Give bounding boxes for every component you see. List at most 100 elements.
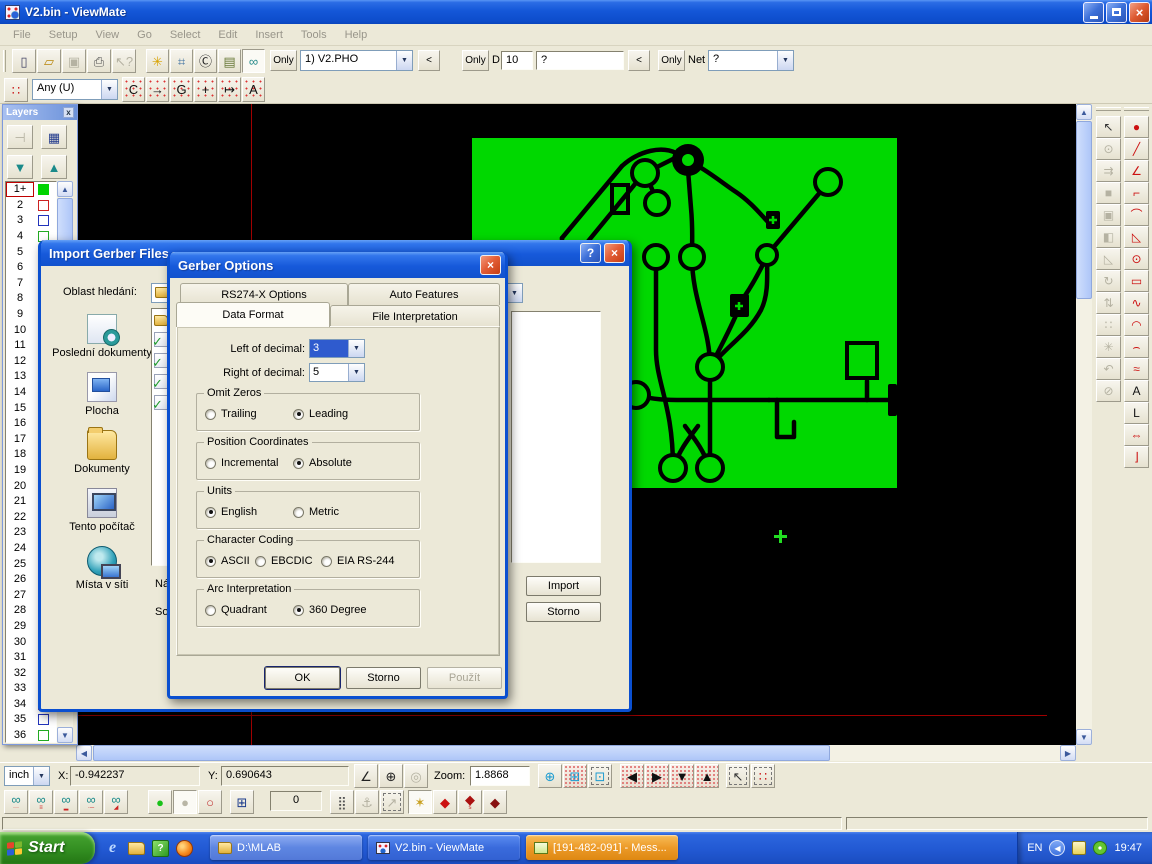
scroll-left-icon[interactable]: ◀: [76, 745, 92, 761]
anchor-icon[interactable]: ⚓: [355, 790, 379, 814]
group-icon[interactable]: ⊘: [1096, 380, 1121, 402]
scroll-right-icon[interactable]: ▶: [1060, 745, 1076, 761]
draw-triangle-icon[interactable]: ◺: [1124, 226, 1149, 248]
point-select-icon[interactable]: ∷: [751, 764, 775, 788]
look-in-dropdown-icon[interactable]: [506, 284, 522, 302]
layers-scroll-up-icon[interactable]: ▲: [57, 181, 73, 197]
undo-icon[interactable]: ↶: [1096, 358, 1121, 380]
dcode-info-icon[interactable]: Ⓒ: [194, 49, 217, 73]
print-icon[interactable]: ⎙: [87, 49, 111, 73]
restore-button[interactable]: [1106, 2, 1127, 23]
zoom-points-icon[interactable]: ⊡: [588, 764, 612, 788]
tray-expand-icon[interactable]: ◀: [1049, 840, 1065, 856]
only-layer-button[interactable]: Only: [270, 50, 297, 71]
layer-row-35[interactable]: 35: [6, 712, 56, 728]
draw-label-icon[interactable]: L: [1124, 402, 1149, 424]
place-documents[interactable]: Dokumenty: [52, 430, 152, 475]
select-circle-button[interactable]: C: [122, 77, 145, 102]
apply-button[interactable]: Použít: [427, 667, 502, 689]
view-layers-icon[interactable]: ∞≡: [29, 790, 53, 814]
draw-arc-point-icon[interactable]: ⌢: [1124, 336, 1149, 358]
rotate-icon[interactable]: ↻: [1096, 270, 1121, 292]
locate-icon[interactable]: ◎: [404, 764, 428, 788]
move-items-icon[interactable]: ⇉: [1096, 160, 1121, 182]
right-of-decimal-combo[interactable]: 5: [309, 363, 365, 382]
measure-tools-icon[interactable]: ⌗: [170, 49, 193, 73]
pan-down-icon[interactable]: ▼: [670, 764, 694, 788]
highlight-outline-icon[interactable]: ○: [198, 790, 222, 814]
radio-trailing[interactable]: Trailing: [205, 408, 257, 420]
pad-select-icon[interactable]: ◆: [433, 790, 457, 814]
select-filter-combo[interactable]: Any (U): [32, 79, 118, 100]
tab-data-format[interactable]: Data Format: [176, 302, 330, 327]
highlight-flash-icon[interactable]: ✳: [146, 49, 169, 73]
checked-file-icon[interactable]: [154, 395, 168, 410]
radio-ascii[interactable]: ASCII: [205, 555, 250, 567]
view-all-icon[interactable]: ∞···: [4, 790, 28, 814]
tray-messenger-icon[interactable]: [1093, 841, 1107, 855]
radio-360-degree[interactable]: 360 Degree: [293, 604, 367, 616]
import-cancel-button[interactable]: Storno: [526, 602, 601, 622]
radio-absolute[interactable]: Absolute: [293, 457, 352, 469]
open-file-icon[interactable]: ▱: [37, 49, 61, 73]
select-pad-button[interactable]: +: [194, 77, 217, 102]
menu-edit[interactable]: Edit: [209, 26, 246, 44]
select-cursor-icon[interactable]: ↖: [1096, 116, 1121, 138]
zoom-in-icon[interactable]: ⊕: [538, 764, 562, 788]
layer-row-2[interactable]: 2: [6, 198, 56, 214]
select-text-button[interactable]: A: [242, 77, 265, 102]
close-button[interactable]: ×: [1129, 2, 1150, 23]
right-of-decimal-dropdown-icon[interactable]: [348, 364, 364, 381]
save-file-icon[interactable]: ▣: [62, 49, 86, 73]
layer-row-36[interactable]: 36: [6, 728, 56, 743]
new-file-icon[interactable]: ▯: [12, 49, 36, 73]
tile-windows-icon[interactable]: ⊞: [230, 790, 254, 814]
menu-help[interactable]: Help: [336, 26, 377, 44]
layer-combo-dropdown-icon[interactable]: [396, 51, 412, 70]
shear-icon[interactable]: ◺: [1096, 248, 1121, 270]
view-trace-icon[interactable]: ∞·─: [79, 790, 103, 814]
move-layer-up-icon[interactable]: ▲: [41, 155, 67, 179]
layers-panel-titlebar[interactable]: Layers x: [3, 105, 77, 120]
select-marker-icon[interactable]: ∷: [4, 78, 28, 102]
place-desktop[interactable]: Plocha: [52, 372, 152, 417]
draw-sketch-icon[interactable]: ≈: [1124, 358, 1149, 380]
select-gerber-button[interactable]: G: [170, 77, 193, 102]
task-explorer-mlab[interactable]: D:\MLAB: [210, 835, 362, 860]
window-select-icon[interactable]: ↖: [726, 764, 750, 788]
task-message[interactable]: [191-482-091] - Mess...: [526, 835, 678, 860]
menu-insert[interactable]: Insert: [246, 26, 292, 44]
layer-row-3[interactable]: 3: [6, 213, 56, 229]
select-trace-button[interactable]: →: [146, 77, 169, 102]
checked-file-icon[interactable]: [154, 353, 168, 368]
pan-right-icon[interactable]: ▶: [645, 764, 669, 788]
grid-dots-icon[interactable]: ⣿: [330, 790, 354, 814]
menu-setup[interactable]: Setup: [40, 26, 87, 44]
highlight-off-icon[interactable]: ●: [173, 790, 197, 814]
gerber-dialog-titlebar[interactable]: Gerber Options ×: [170, 252, 505, 278]
vertical-scrollbar[interactable]: ▲ ▼: [1076, 104, 1092, 745]
start-button[interactable]: Start: [0, 832, 95, 864]
pan-left-icon[interactable]: ◀: [620, 764, 644, 788]
flash-select-icon[interactable]: ✶: [408, 790, 432, 814]
draw-pad-icon[interactable]: ●: [1124, 116, 1149, 138]
draw-elbow-icon[interactable]: ⌋: [1124, 446, 1149, 468]
help-book-icon[interactable]: ?: [152, 840, 169, 857]
import-button[interactable]: Import: [526, 576, 601, 596]
pan-up-icon[interactable]: ▲: [695, 764, 719, 788]
draw-corner-icon[interactable]: ⌐: [1124, 182, 1149, 204]
layer-table-icon[interactable]: ▦: [41, 125, 67, 149]
only-dcode-button[interactable]: Only: [462, 50, 489, 71]
help-button[interactable]: ?: [580, 243, 601, 263]
horizontal-scrollbar[interactable]: ◀ ▶: [76, 745, 1076, 761]
center-target-icon[interactable]: ⊕: [379, 764, 403, 788]
toolbar-grip[interactable]: [1096, 107, 1121, 111]
scale-icon[interactable]: ⇅: [1096, 292, 1121, 314]
layer-combo[interactable]: 1) V2.PHO: [300, 50, 413, 71]
draw-line-icon[interactable]: ╱: [1124, 138, 1149, 160]
import-close-button[interactable]: ×: [604, 243, 625, 263]
ie-icon[interactable]: e: [104, 840, 121, 857]
pad-rotate-icon[interactable]: ◆: [483, 790, 507, 814]
layers-scroll-down-icon[interactable]: ▼: [57, 727, 73, 743]
radio-leading[interactable]: Leading: [293, 408, 348, 420]
